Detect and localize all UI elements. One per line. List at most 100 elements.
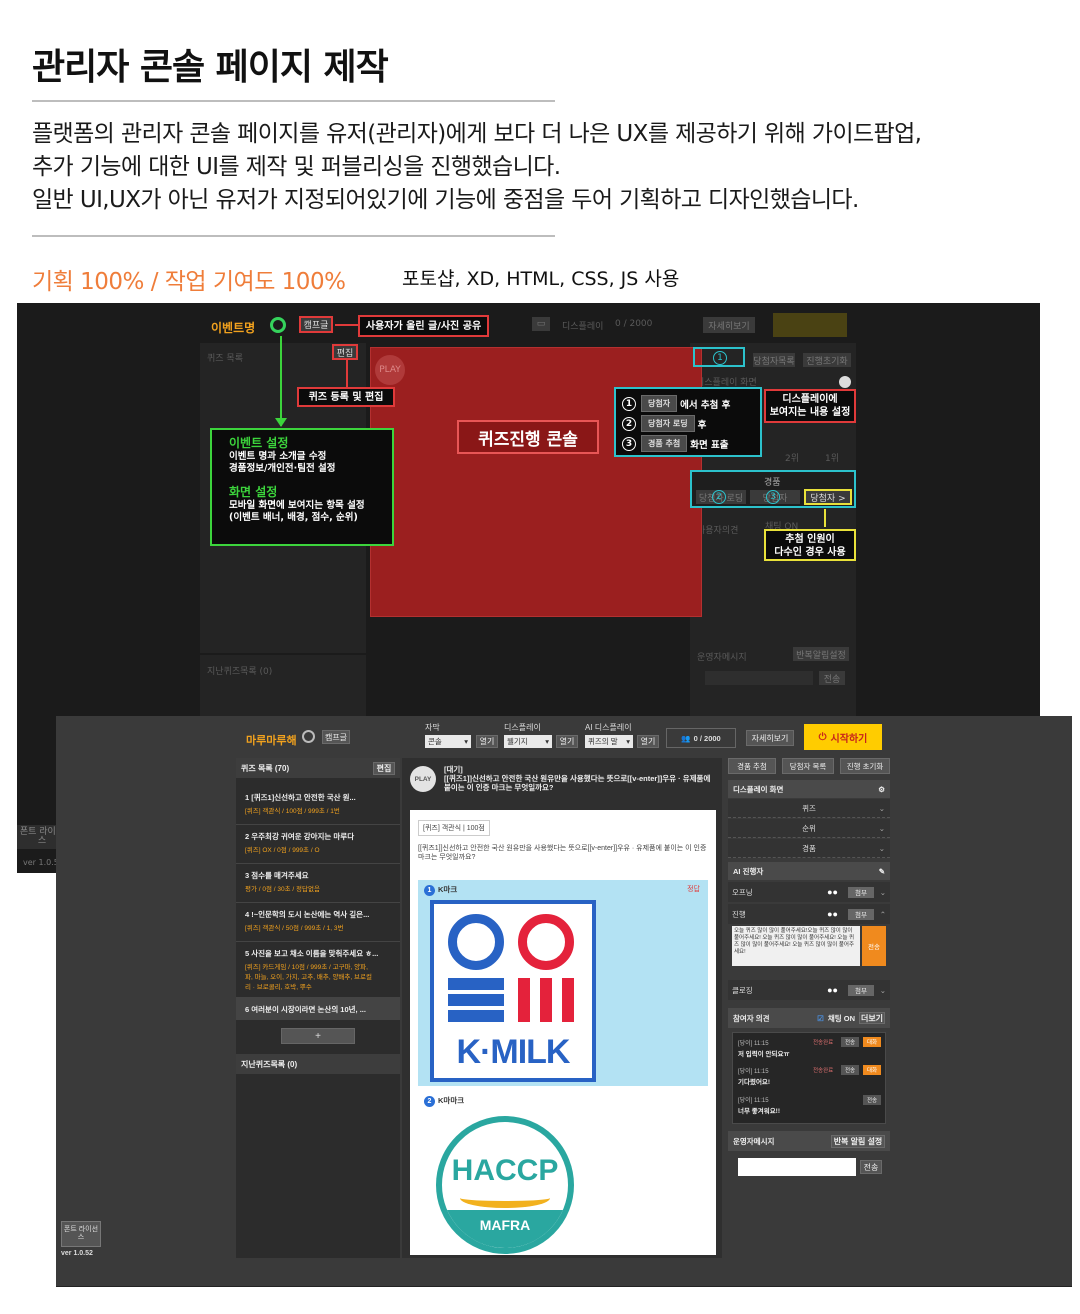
intro-button[interactable]: 캠프글 bbox=[322, 730, 350, 744]
chat-reply-button[interactable]: 대화 bbox=[863, 1065, 881, 1075]
quiz-list-panel: 퀴즈 목록 (70) 편집 1 [퀴즈1]신선하고 안전한 국산 원... [퀴… bbox=[236, 758, 400, 1258]
attach-button[interactable]: 첨부 bbox=[848, 908, 874, 920]
chevron-down-icon[interactable]: ⌄ bbox=[880, 888, 886, 897]
display-row[interactable]: 경품 ⌄ bbox=[728, 839, 890, 858]
version-text: ver 1.0.52 bbox=[61, 1250, 93, 1257]
divider bbox=[32, 235, 555, 237]
open-button[interactable]: 열기 bbox=[637, 735, 659, 748]
screen-settings-title: 화면 설정 bbox=[229, 485, 278, 499]
license-button[interactable]: 폰트 라이선스 bbox=[61, 1221, 101, 1247]
ai-send-button[interactable]: 전송 bbox=[862, 926, 886, 966]
section-title: 디스플레이 화면 bbox=[733, 784, 784, 794]
admin-console-screenshot: 마루마루해 캠프글 자막 콘솔 ▾ 열기 디스플레이 웰기지 ▾ 열기 AI 디스플… bbox=[56, 716, 1072, 1287]
edit-button[interactable]: 편집 bbox=[373, 761, 395, 775]
chevron-up-icon[interactable]: ⌃ bbox=[880, 910, 886, 919]
chevron-down-icon: ⌄ bbox=[878, 843, 885, 853]
quiz-meta: 리 · 브로콜리, 호박, 뿌수 bbox=[245, 984, 312, 991]
logo-shape bbox=[518, 914, 574, 970]
list-item[interactable]: 2 우주최강 귀여운 강아지는 마루다 [퀴즈] OX / 0점 / 999초 … bbox=[236, 825, 400, 864]
chat-list: [당이] 11:15 저 입력이 안되요ㅠ 전송완료 전송 대화 [당이] 11… bbox=[732, 1032, 886, 1124]
open-button[interactable]: 열기 bbox=[556, 735, 578, 748]
logo-shape bbox=[448, 978, 504, 990]
past-quiz-header: 지난퀴즈목록 (0) bbox=[236, 1054, 400, 1074]
list-item[interactable]: 5 사진을 보고 채소 이름을 맞춰주세요 ㅎ... [퀴즈] 카드게임 / 1… bbox=[236, 942, 400, 998]
detail-button[interactable]: 자세히보기 bbox=[746, 730, 794, 746]
play-add-icons[interactable]: ●● bbox=[827, 985, 838, 995]
start-button[interactable]: ⏻ 시작하기 bbox=[804, 724, 882, 750]
display-label: 디스플레이 bbox=[562, 322, 604, 332]
play-add-icons[interactable]: ●● bbox=[827, 887, 838, 897]
chat-reply-button[interactable]: 대화 bbox=[863, 1037, 881, 1047]
quiz-console-label: 퀴즈진행 콘솔 bbox=[457, 420, 599, 454]
settings-gear-icon[interactable] bbox=[270, 317, 286, 333]
chat-send-button[interactable]: 전송 bbox=[841, 1037, 859, 1047]
open-button[interactable]: 열기 bbox=[476, 735, 498, 748]
quiz-meta: [퀴즈] OX / 0점 / 999초 / O bbox=[245, 847, 320, 854]
green-arrow-head bbox=[275, 418, 287, 427]
chat-send-button[interactable]: 전송 bbox=[863, 1095, 881, 1105]
tab-lottery[interactable]: 경품 추첨 bbox=[728, 758, 776, 774]
play-button[interactable]: PLAY bbox=[375, 355, 405, 385]
ai-script-textarea[interactable]: 오늘 퀴즈 많이 많이 풀어주세요!오늘 퀴즈 많이 많이 풀어주세요! 오늘 … bbox=[732, 926, 860, 966]
add-quiz-button[interactable]: + bbox=[281, 1028, 355, 1044]
display-row[interactable]: 순위 ⌄ bbox=[728, 819, 890, 838]
step-chip: 당첨자 로딩 bbox=[641, 415, 695, 432]
event-name: 마루마루해 bbox=[246, 735, 297, 747]
quiz-status: [대기] bbox=[444, 765, 463, 774]
list-item[interactable]: 4 !~인문학의 도시 논산에는 역사 깊은... [퀴즈] 객관식 / 50점… bbox=[236, 903, 400, 942]
gear-icon[interactable]: ⚙ bbox=[878, 785, 885, 794]
tools-text: 포토샵, XD, HTML, CSS, JS 사용 bbox=[402, 268, 680, 290]
intro-chip[interactable]: 캠프글 bbox=[299, 316, 333, 333]
ai-icon[interactable]: ✎ bbox=[879, 867, 885, 876]
play-add-icons[interactable]: ●● bbox=[827, 909, 838, 919]
op-msg-input[interactable] bbox=[738, 1158, 856, 1176]
repeat-button[interactable]: 반복알림설정 bbox=[793, 647, 849, 661]
current-quiz-panel: PLAY [대기] [[퀴즈1]]신선하고 안전한 국산 원유만을 사용했다는 … bbox=[402, 758, 722, 1258]
step-text: 화면 표출 bbox=[690, 439, 729, 451]
display-label: 디스플레이 bbox=[504, 723, 541, 732]
divider bbox=[32, 100, 555, 102]
row-label: 클로징 bbox=[732, 985, 753, 995]
event-settings-title: 이벤트 설정 bbox=[229, 436, 289, 450]
section-title: AI 진행자 bbox=[733, 866, 764, 876]
start-button[interactable] bbox=[773, 313, 847, 337]
tab-winners[interactable]: 당첨자목록 bbox=[753, 353, 795, 367]
quiz-title: 2 우주최강 귀여운 강아지는 마루다 bbox=[245, 832, 355, 841]
ai-select[interactable]: 퀴즈의 말 ▾ bbox=[585, 735, 633, 748]
haccp-text: HACCP bbox=[451, 1154, 559, 1187]
detail-button[interactable]: 자세히보기 bbox=[703, 317, 755, 333]
list-item[interactable]: 1 [퀴즈1]신선하고 안전한 국산 원... [퀴즈] 객관식 / 100점 … bbox=[236, 786, 400, 825]
contribution-text: 기획 100% / 작업 기여도 100% bbox=[32, 269, 346, 295]
power-icon: ⏻ bbox=[818, 731, 827, 743]
repeat-notice-button[interactable]: 반복 알림 설정 bbox=[831, 1134, 885, 1148]
list-item[interactable]: 3 점수를 매겨주세요 평가 / 0점 / 30초 / 정답없음 bbox=[236, 864, 400, 903]
row-label: 오프닝 bbox=[732, 887, 753, 897]
answer-option-correct: 1 K마크 정답 K·MILK bbox=[418, 880, 708, 1086]
subtitle-select[interactable]: 콘솔 ▾ bbox=[425, 735, 471, 748]
checkbox-icon[interactable]: ☑ bbox=[817, 1014, 824, 1023]
callout-line: 다수인 경우 사용 bbox=[774, 547, 846, 558]
attach-button[interactable]: 첨부 bbox=[848, 984, 874, 996]
chat-send-button[interactable]: 전송 bbox=[841, 1065, 859, 1075]
winner-next-button[interactable]: 당첨자 > bbox=[804, 489, 852, 505]
display-row[interactable]: 퀴즈 ⌄ bbox=[728, 799, 890, 818]
tab-reset[interactable]: 진행초기화 bbox=[803, 353, 851, 367]
step-chip: 당첨자 bbox=[641, 395, 678, 412]
more-button[interactable]: 더보기 bbox=[859, 1012, 885, 1024]
op-msg-send-button[interactable]: 전송 bbox=[860, 1160, 882, 1174]
tab-reset[interactable]: 진행 초기화 bbox=[840, 758, 890, 774]
quiz-meta: 평가 / 0점 / 30초 / 정답없음 bbox=[245, 886, 320, 893]
ai-row-opening: 오프닝 ●● 첨부 ⌄ bbox=[728, 882, 890, 902]
chevron-down-icon[interactable]: ⌄ bbox=[880, 986, 886, 995]
attach-button[interactable]: 첨부 bbox=[848, 886, 874, 898]
send-button[interactable]: 전송 bbox=[819, 671, 845, 685]
display-select[interactable]: 웰기지 ▾ bbox=[504, 735, 552, 748]
tab-winners[interactable]: 당첨자 목록 bbox=[782, 758, 834, 774]
settings-gear-icon[interactable] bbox=[302, 730, 315, 743]
edit-button[interactable]: 편집 bbox=[332, 344, 358, 360]
display-gear-icon[interactable] bbox=[839, 376, 851, 388]
chat-message: 너무 좋겨워요!! bbox=[738, 1108, 781, 1115]
op-msg-input[interactable] bbox=[705, 671, 813, 685]
play-button[interactable]: PLAY bbox=[410, 766, 436, 792]
list-item[interactable]: 6 여러분이 시장이라면 논산의 10년, ... bbox=[236, 998, 400, 1020]
